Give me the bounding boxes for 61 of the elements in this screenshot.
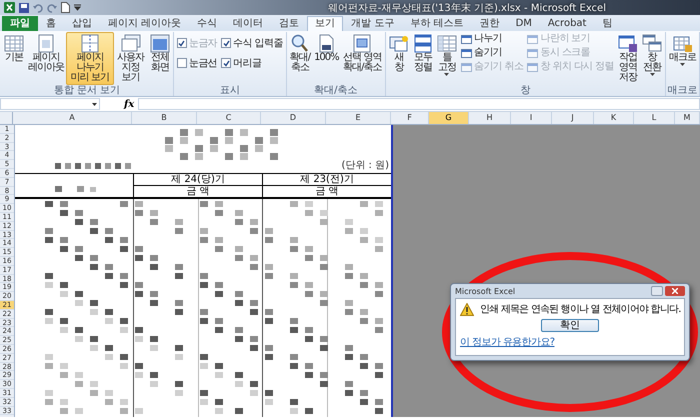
ribbon-tab[interactable]: Acrobat <box>540 16 594 31</box>
amount-heading: 금 액 <box>185 186 211 197</box>
column-header[interactable]: M <box>675 112 700 124</box>
ribbon-button[interactable]: 확대/축소 <box>288 32 312 75</box>
insert-function-button[interactable]: fx <box>124 98 134 110</box>
ribbon-button[interactable]: 페이지 레이아웃 <box>26 32 66 75</box>
ribbon-tab[interactable]: 홈 <box>38 16 64 31</box>
ribbon-button[interactable]: 100% <box>312 32 341 65</box>
dialog-message: 인쇄 제목은 연속된 행이나 열 전체이어야 합니다. <box>480 303 681 316</box>
column-header[interactable]: H <box>469 112 511 124</box>
ribbon-tab[interactable]: 보기 <box>307 16 344 31</box>
column-header[interactable]: I <box>511 112 552 124</box>
column-header[interactable]: C <box>197 112 261 124</box>
file-menu-tab[interactable]: 파일 <box>2 16 38 31</box>
ribbon-tab[interactable]: 검토 <box>271 16 308 31</box>
ribbon-button[interactable]: 기본 <box>2 32 26 65</box>
ribbon-tab[interactable]: 수식 <box>189 16 226 31</box>
ribbon-button[interactable]: 페이지 나누기 미리 보기 <box>66 32 114 85</box>
ribbon-button[interactable]: 선택 영역 확대/축소 <box>340 32 384 75</box>
ok-button[interactable]: 확인 <box>541 319 599 332</box>
window-title: 웨어펀자료-재무상태표('13年末 기준).xlsx - Microsoft Excel <box>328 2 606 14</box>
column-header[interactable]: K <box>594 112 634 124</box>
group-label: 표시 <box>218 85 241 96</box>
ribbon-tab[interactable]: 부하 테스트 <box>402 16 472 31</box>
unit-label: (단위 : 원) <box>341 159 390 173</box>
ribbon-button[interactable]: 나누기 <box>460 33 524 45</box>
period-heading: 제 23(전)기 <box>263 174 391 186</box>
ribbon-button[interactable]: 모두 정렬 <box>410 32 435 75</box>
amount-heading: 금 액 <box>314 186 340 197</box>
column-header[interactable]: A <box>13 112 132 124</box>
ribbon-button[interactable]: 매크로 <box>667 32 698 68</box>
column-header[interactable]: G <box>429 112 469 124</box>
ribbon-button[interactable]: 숨기기 <box>460 47 524 59</box>
ribbon-tab[interactable]: 페이지 레이아웃 <box>100 16 190 31</box>
group-label: 통합 문서 보기 <box>52 85 122 96</box>
column-header[interactable]: D <box>261 112 326 124</box>
ribbon-tab[interactable]: 삽입 <box>64 16 100 31</box>
ribbon-button[interactable]: 전체 화면 <box>148 32 172 75</box>
help-link[interactable]: 이 정보가 유용한가요? <box>460 335 554 349</box>
ribbon-tab[interactable]: 팀 <box>594 16 620 31</box>
checkbox[interactable]: 머리글 <box>221 56 283 70</box>
column-header[interactable]: E <box>326 112 391 124</box>
column-header[interactable]: L <box>634 112 675 124</box>
checkbox[interactable]: 눈금선 <box>176 56 218 70</box>
group-label: 매크로 <box>667 85 698 96</box>
ribbon-button[interactable]: 사용자 지정 보기 <box>114 32 148 85</box>
ribbon-button[interactable]: 새 창 <box>386 32 411 75</box>
ribbon-tab[interactable]: 권한 <box>472 16 508 31</box>
column-header[interactable]: J <box>552 112 594 124</box>
group-label: 창 <box>519 85 532 96</box>
dialog-title: Microsoft Excel <box>455 286 516 296</box>
group-label: 확대/축소 <box>313 85 358 96</box>
ribbon-tab[interactable]: 개발 도구 <box>343 16 402 31</box>
ribbon-button[interactable]: 창 전환 <box>640 32 664 78</box>
checkbox[interactable]: 수식 입력줄 <box>221 36 283 50</box>
ribbon-button[interactable]: 틀 고정 <box>434 32 459 78</box>
ribbon-tab[interactable]: 데이터 <box>225 16 272 31</box>
ribbon-button[interactable]: 작업 영역 저장 <box>616 32 640 85</box>
period-heading: 제 24(당)기 <box>134 174 262 186</box>
ribbon-tab[interactable]: DM <box>508 16 540 31</box>
column-header[interactable]: B <box>132 112 197 124</box>
